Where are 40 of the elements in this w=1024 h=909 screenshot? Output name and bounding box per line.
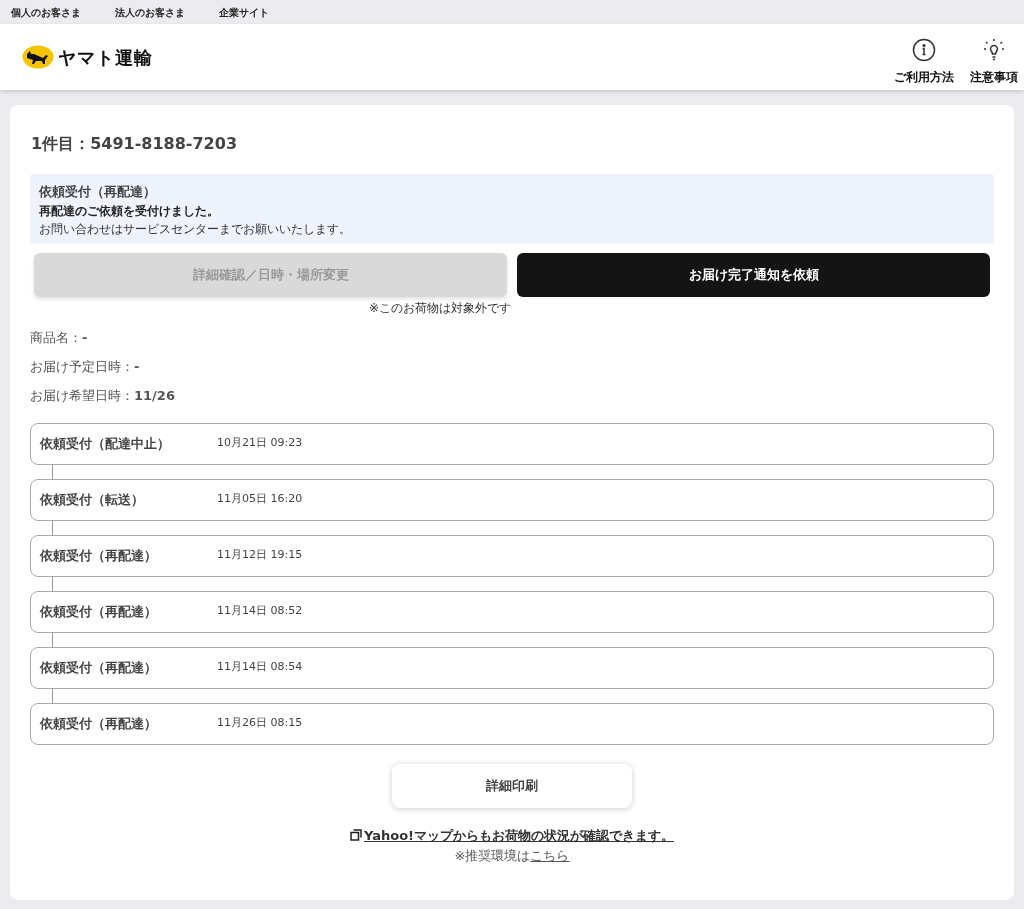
status-message: 再配達のご依頼を受付けました。 (39, 202, 220, 220)
lightbulb-icon (982, 38, 1006, 62)
action-button[interactable]: お届け完了通知を依頼 (517, 252, 990, 297)
environment-text: ※推奨環境は (454, 847, 531, 865)
logo-text: ヤマト運輸 (58, 45, 153, 70)
top-nav-link[interactable]: 個人のお客さま (11, 4, 81, 20)
header-action-button[interactable]: 注意事項 (970, 38, 1018, 86)
detail-field: お届け予定日時：- (30, 356, 140, 375)
detail-field: 商品名：- (30, 327, 88, 346)
parcel-title: 1件目：5491-8188-7203 (31, 133, 238, 155)
timeline-connector (52, 464, 53, 479)
history-status: 依頼受付（再配達） (40, 714, 158, 733)
history-time: 11月14日 08:52 (217, 603, 303, 620)
status-title: 依頼受付（再配達） (39, 183, 157, 201)
history-time: 11月26日 08:15 (217, 715, 303, 732)
history-status: 依頼受付（転送） (40, 490, 145, 509)
timeline-connector (52, 520, 53, 535)
history-time: 10月21日 09:23 (217, 435, 303, 452)
map-link[interactable]: Yahoo!マップからもお荷物の状況が確認できます。 (363, 825, 674, 845)
history-time: 11月14日 08:54 (217, 659, 303, 676)
timeline-connector (52, 576, 53, 591)
print-button[interactable]: 詳細印刷 (392, 763, 632, 808)
history-time: 11月12日 19:15 (217, 547, 303, 564)
environment-link[interactable]: こちら (530, 846, 570, 866)
top-nav-link[interactable]: 法人のお客さま (115, 4, 185, 20)
history-time: 11月05日 16:20 (217, 491, 303, 508)
detail-field: お届け希望日時：11/26 (30, 385, 175, 404)
top-nav-link[interactable]: 企業サイト (219, 4, 269, 20)
history-status: 依頼受付（再配達） (40, 658, 158, 677)
history-status: 依頼受付（再配達） (40, 602, 158, 621)
timeline-connector (52, 632, 53, 647)
history-status: 依頼受付（再配達） (40, 546, 158, 565)
status-note: お問い合わせはサービスセンターまでお願いいたします。 (39, 220, 352, 238)
history-status: 依頼受付（配達中止） (40, 434, 171, 453)
button-note: ※このお荷物は対象外です (368, 299, 511, 317)
timeline-connector (52, 688, 53, 703)
info-icon (912, 38, 936, 62)
cat-logo-icon (22, 45, 54, 69)
external-window-icon (349, 829, 362, 842)
header-action-button[interactable]: ご利用方法 (894, 38, 954, 86)
